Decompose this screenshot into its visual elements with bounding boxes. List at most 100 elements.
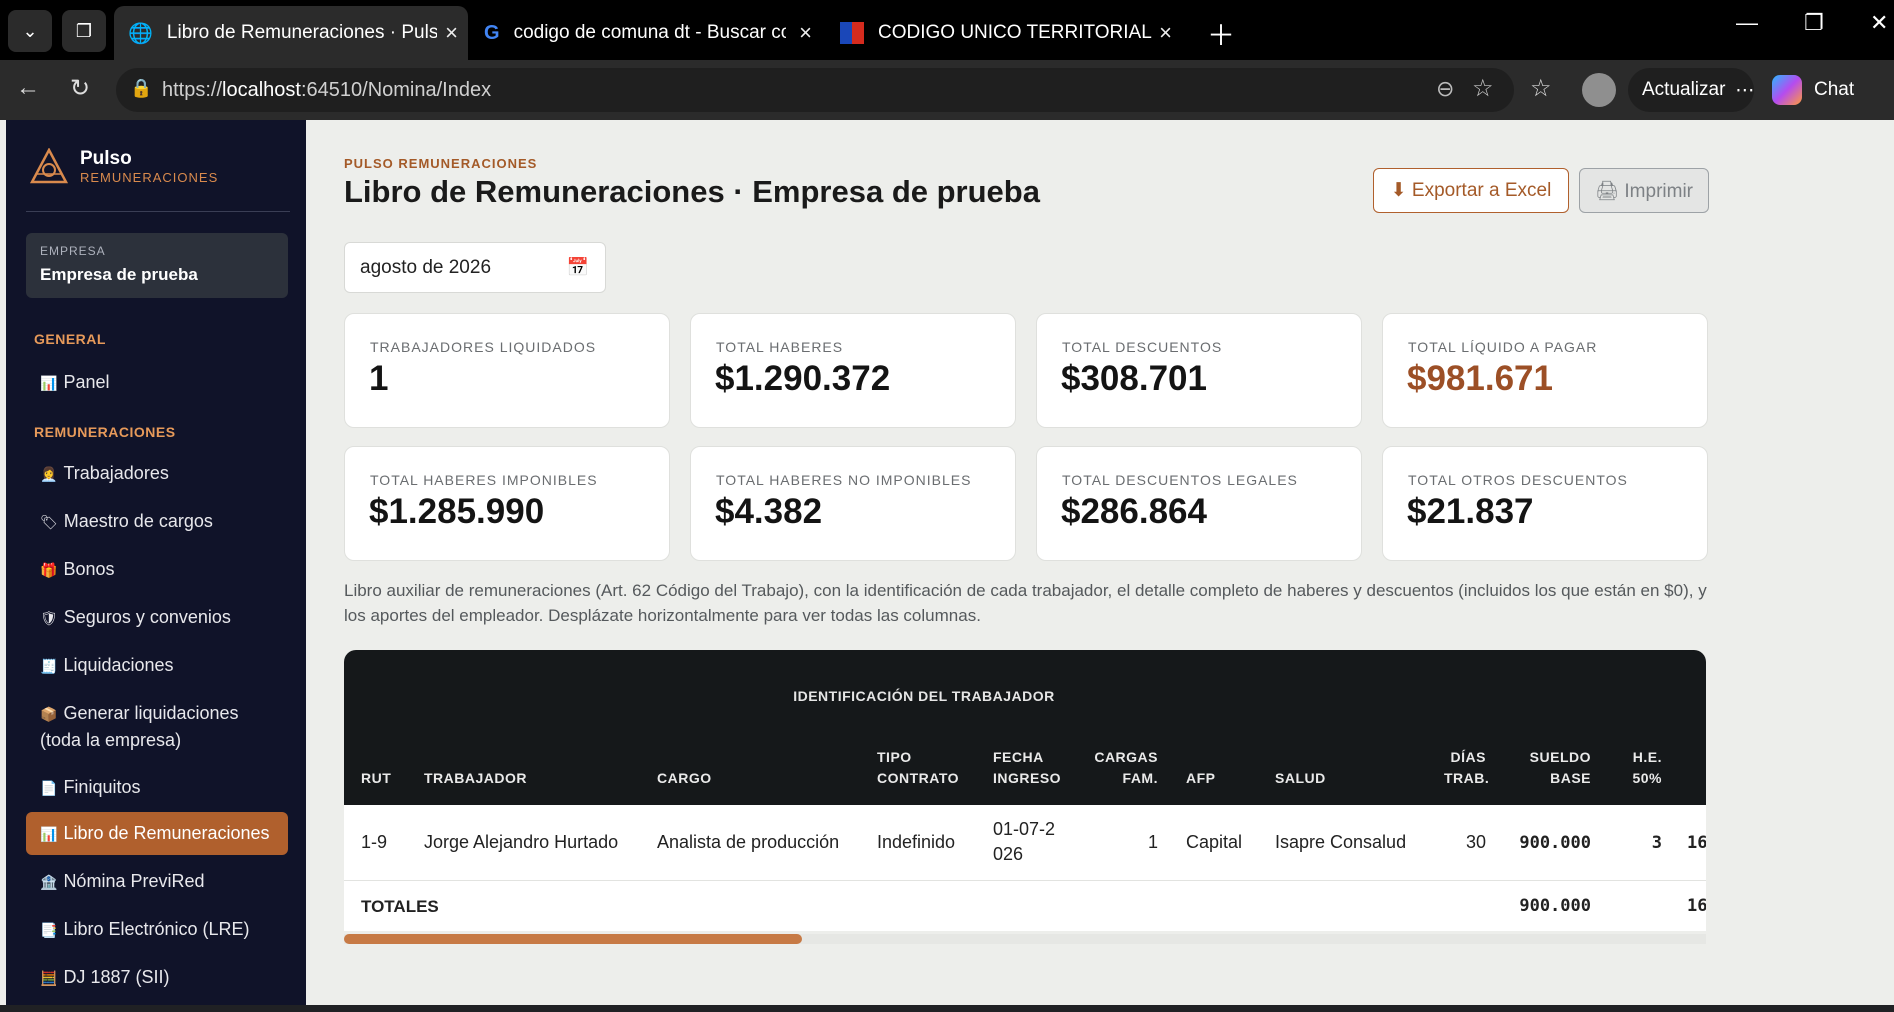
page: Pulso REMUNERACIONES EMPRESA Empresa de …	[0, 120, 1894, 1005]
export-excel-button[interactable]: ⬇ Exportar a Excel	[1373, 168, 1569, 213]
sidebar-item-seguros[interactable]: 🛡 Seguros y convenios	[26, 596, 288, 639]
sidebar-item-libro-electronico[interactable]: 📑 Libro Electrónico (LRE)	[26, 908, 288, 951]
sidebar-item-libro-remuneraciones[interactable]: 📊 Libro de Remuneraciones	[26, 812, 288, 855]
card-value: $1.290.372	[715, 359, 891, 398]
calendar-icon[interactable]: 📅	[567, 257, 589, 278]
col-he-50: H.E. 50%	[1632, 749, 1662, 786]
group-header: IDENTIFICACIÓN DEL TRABAJADOR	[793, 688, 1055, 704]
chevron-down-icon: ⌄	[22, 20, 38, 41]
browser-tab-bar: ⌄ ❐ 🌐 Libro de Remuneraciones · Pulso Re…	[0, 0, 1894, 60]
sidebar-item-bonos[interactable]: 🎁 Bonos	[26, 548, 288, 591]
sidebar-item-panel[interactable]: 📊 Panel	[26, 361, 288, 404]
description-text: Libro auxiliar de remuneraciones (Art. 6…	[344, 581, 1707, 625]
flag-icon	[840, 22, 864, 44]
col-sueldo-base: SUELDO BASE	[1529, 749, 1591, 786]
workspaces-button[interactable]: ❐	[62, 10, 106, 52]
card-label: TOTAL HABERES IMPONIBLES	[370, 472, 598, 488]
tab-title: Libro de Remuneraciones · Pulso Re	[166, 22, 437, 43]
address-bar[interactable]: 🔒 https://localhost:64510/Nomina/Index ⊖…	[116, 68, 1514, 112]
table-totals-row: TOTALES 900.000 16	[344, 881, 1706, 931]
sidebar-item-label: Panel	[63, 372, 110, 392]
globe-icon: 🌐	[128, 22, 153, 45]
empresa-selector[interactable]: EMPRESA Empresa de prueba	[26, 233, 288, 298]
cell-sueldo-base: 900.000	[1519, 833, 1591, 853]
minimize-button[interactable]: —	[1736, 10, 1758, 36]
payroll-table[interactable]: IDENTIFICACIÓN DEL TRABAJADOR RUT TRABAJ…	[344, 650, 1706, 944]
card-descuentos-legales: TOTAL DESCUENTOS LEGALES $286.864	[1036, 446, 1362, 561]
close-icon[interactable]: ×	[445, 20, 458, 46]
table-header: IDENTIFICACIÓN DEL TRABAJADOR RUT TRABAJ…	[344, 650, 1706, 805]
zoom-icon[interactable]: ⊖	[1436, 76, 1454, 102]
favorite-star-icon[interactable]: ☆	[1472, 74, 1494, 103]
totals-label: TOTALES	[361, 897, 439, 916]
sidebar-item-label: Libro Electrónico (LRE)	[63, 919, 250, 939]
update-button[interactable]: Actualizar ⋯	[1628, 68, 1754, 112]
col-cargo: CARGO	[657, 770, 712, 786]
period-picker[interactable]: agosto de 2026 📅	[344, 242, 606, 293]
close-window-button[interactable]: ✕	[1870, 10, 1888, 36]
refresh-button[interactable]: ↻	[70, 74, 90, 103]
page-title: Libro de Remuneraciones · Empresa de pru…	[344, 174, 1040, 209]
favorites-icon[interactable]: ☆	[1530, 74, 1552, 103]
horizontal-scrollbar-thumb[interactable]	[344, 934, 802, 944]
url-scheme: https://	[162, 78, 223, 101]
brand-name: Pulso	[80, 148, 132, 169]
copilot-chat-button[interactable]: Chat	[1772, 68, 1894, 112]
tab-title: codigo de comuna dt - Buscar con	[513, 22, 786, 43]
card-label: TOTAL DESCUENTOS LEGALES	[1062, 472, 1298, 488]
sidebar-item-finiquitos[interactable]: 📄 Finiquitos	[26, 766, 288, 809]
more-icon: ⋯	[1735, 79, 1755, 101]
lock-icon: 🔒	[130, 78, 153, 98]
divider	[26, 211, 290, 212]
avatar[interactable]	[1582, 73, 1616, 107]
shield-icon: 🛡	[40, 610, 58, 626]
sidebar-item-label: Liquidaciones	[63, 655, 174, 675]
sidebar-item-dj1887[interactable]: 🧮 DJ 1887 (SII)	[26, 956, 288, 999]
tab-google-search[interactable]: G codigo de comuna dt - Buscar con ×	[476, 6, 822, 60]
url-host: localhost	[222, 78, 301, 101]
card-value: $308.701	[1061, 359, 1207, 398]
cell-fecha-ingreso: 01-07-2026	[993, 819, 1056, 864]
cell-cargo: Analista de producción	[657, 832, 840, 852]
tab-title: CODIGO UNICO TERRITORIAL	[878, 22, 1152, 43]
sidebar-item-maestro-cargos[interactable]: 🏷 Maestro de cargos	[26, 500, 288, 543]
card-value: $1.285.990	[369, 492, 545, 531]
sidebar-item-liquidaciones[interactable]: 🧾 Liquidaciones	[26, 644, 288, 687]
card-label: TOTAL HABERES NO IMPONIBLES	[716, 472, 972, 488]
tab-libro-remuneraciones[interactable]: 🌐 Libro de Remuneraciones · Pulso Re ×	[114, 6, 468, 60]
tab-codigo-unico[interactable]: CODIGO UNICO TERRITORIAL ×	[832, 6, 1182, 60]
card-label: TRABAJADORES LIQUIDADOS	[370, 339, 597, 355]
sidebar-item-generar-liquidaciones[interactable]: 📦 Generar liquidaciones (toda la empresa)	[26, 692, 288, 761]
brand-subtitle: REMUNERACIONES	[80, 170, 219, 185]
workspaces-icon: ❐	[75, 20, 93, 41]
card-value: $21.837	[1407, 492, 1534, 531]
cell-trabajador: Jorge Alejandro Hurtado	[424, 832, 619, 852]
totals-next-column: 16	[1687, 896, 1706, 916]
col-tipo-contrato: TIPO CONTRATO	[877, 749, 960, 786]
sidebar-item-label: Nómina PreviRed	[63, 871, 205, 891]
new-tab-button[interactable]: ＋	[1207, 14, 1235, 54]
restore-button[interactable]: ❐	[1804, 10, 1824, 36]
col-dias-trab: DÍAS TRAB.	[1444, 749, 1490, 786]
card-total-liquido: TOTAL LÍQUIDO A PAGAR $981.671	[1382, 313, 1708, 428]
card-value: $286.864	[1061, 492, 1207, 531]
card-value: $4.382	[715, 492, 823, 531]
sidebar-item-label: Trabajadores	[63, 463, 169, 483]
card-label: TOTAL OTROS DESCUENTOS	[1408, 472, 1628, 488]
card-haberes-no-imponibles: TOTAL HABERES NO IMPONIBLES $4.382	[690, 446, 1016, 561]
close-icon[interactable]: ×	[799, 20, 812, 46]
sidebar-item-trabajadores[interactable]: 👩‍💼 Trabajadores	[26, 452, 288, 495]
close-icon[interactable]: ×	[1159, 20, 1172, 46]
back-button[interactable]: ←	[16, 74, 40, 102]
sidebar: Pulso REMUNERACIONES EMPRESA Empresa de …	[6, 120, 306, 1005]
tab-list-button[interactable]: ⌄	[8, 10, 52, 52]
receipt-icon: 🧾	[40, 658, 58, 674]
update-label: Actualizar	[1642, 79, 1726, 100]
tag-icon: 🏷	[40, 514, 58, 530]
worker-icon: 👩‍💼	[40, 466, 58, 482]
sidebar-item-nomina-previred[interactable]: 🏦 Nómina PreviRed	[26, 860, 288, 903]
chart-icon: 📊	[40, 826, 58, 842]
print-button[interactable]: 🖨 Imprimir	[1579, 168, 1709, 213]
table-row[interactable]: 1-9 Jorge Alejandro Hurtado Analista de …	[344, 805, 1706, 881]
gift-icon: 🎁	[40, 562, 58, 578]
